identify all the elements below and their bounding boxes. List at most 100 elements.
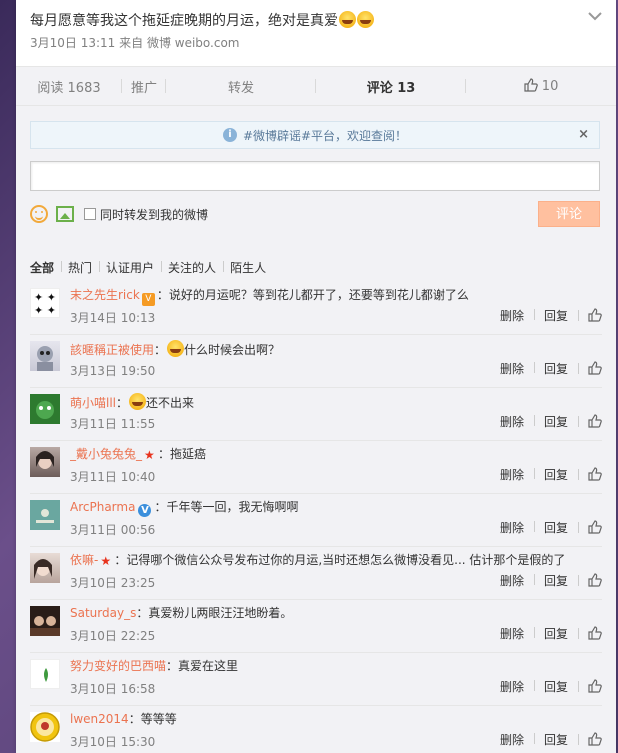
comment-username[interactable]: ArcPharma xyxy=(70,500,135,514)
post-meta: 3月10日 13:11 来自 微博 weibo.com xyxy=(30,34,602,51)
filter-all[interactable]: 全部 xyxy=(30,259,61,276)
comment-username[interactable]: 依嘛- xyxy=(70,553,98,567)
like-count: 10 xyxy=(541,79,559,94)
filter-following[interactable]: 关注的人 xyxy=(161,259,223,276)
thumbs-up-icon xyxy=(588,414,602,428)
comment-tab[interactable]: 评论 13 xyxy=(316,77,466,96)
avatar[interactable]: ✦ ✦ ✦ ✦ xyxy=(30,288,60,318)
comment-time: 3月14日 10:13 xyxy=(70,311,156,325)
comment-text: ：真爱粉儿两眼汪汪地盼着。 xyxy=(136,606,293,620)
delete-button[interactable]: 删除 xyxy=(490,413,534,430)
reply-button[interactable]: 回复 xyxy=(533,678,578,695)
thumbs-up-icon xyxy=(588,573,602,587)
comment-ops: 删除 回复 xyxy=(490,731,602,748)
avatar[interactable] xyxy=(30,606,60,636)
like-comment-button[interactable] xyxy=(578,573,602,588)
avatar[interactable] xyxy=(30,553,60,583)
post-source[interactable]: 来自 微博 weibo.com xyxy=(119,36,239,50)
star-badge-icon[interactable]: ★ xyxy=(144,449,156,461)
like-comment-button[interactable] xyxy=(578,361,602,376)
comment-username[interactable]: lwen2014 xyxy=(70,712,129,726)
like-comment-button[interactable] xyxy=(578,520,602,535)
smile-emoji-icon[interactable] xyxy=(30,205,48,223)
reply-button[interactable]: 回复 xyxy=(533,731,578,748)
reply-button[interactable]: 回复 xyxy=(533,625,578,642)
submit-comment-button[interactable]: 评论 xyxy=(538,201,600,227)
reply-button[interactable]: 回复 xyxy=(533,360,578,377)
comment-body: 依嘛- ★ ：记得哪个微信公众号发布过你的月运,当时还想怎么微博没看见... 估计那… xyxy=(70,552,580,568)
promote-label: 推广 xyxy=(130,80,157,96)
chevron-down-icon[interactable] xyxy=(588,12,602,21)
verified-badge-icon[interactable]: V xyxy=(138,504,152,517)
star-badge-icon[interactable]: ★ xyxy=(100,555,112,567)
avatar[interactable] xyxy=(30,659,60,689)
filter-hot[interactable]: 热门 xyxy=(61,259,99,276)
delete-button[interactable]: 删除 xyxy=(490,307,534,324)
reply-button[interactable]: 回复 xyxy=(533,572,578,589)
reply-button[interactable]: 回复 xyxy=(533,466,578,483)
avatar[interactable] xyxy=(30,500,60,530)
avatar[interactable] xyxy=(30,712,60,742)
comment-input[interactable] xyxy=(30,161,600,191)
filter-verified[interactable]: 认证用户 xyxy=(99,259,161,276)
comment-username[interactable]: 末之先生rick xyxy=(70,288,140,302)
sync-repost-checkbox[interactable] xyxy=(84,208,96,220)
comment-ops: 删除 回复 xyxy=(490,413,602,430)
delete-button[interactable]: 删除 xyxy=(490,625,534,642)
avatar[interactable] xyxy=(30,447,60,477)
comment-username[interactable]: _戴小兔兔兔_ xyxy=(70,447,142,461)
reply-button[interactable]: 回复 xyxy=(533,519,578,536)
delete-button[interactable]: 删除 xyxy=(490,731,534,748)
sync-repost-label: 同时转发到我的微博 xyxy=(100,207,209,222)
comment-body: 該暱稱正被使用： 什么时候会出啊？ xyxy=(70,340,580,358)
post-title: 每月愿意等我这个拖延症晚期的月运，绝对是真爱 xyxy=(30,10,602,32)
info-icon: i xyxy=(222,128,237,142)
image-icon[interactable] xyxy=(56,206,74,222)
avatar[interactable] xyxy=(30,341,60,371)
comment-list: ✦ ✦ ✦ ✦ 末之先生rick V ：说好的月运呢？等到花儿都开了，还要等到花儿都谢… xyxy=(16,282,616,753)
comment-text: ：等等等 xyxy=(128,712,177,726)
reply-button[interactable]: 回复 xyxy=(533,413,578,430)
like-comment-button[interactable] xyxy=(578,308,602,323)
post-title-text: 每月愿意等我这个拖延症晚期的月运，绝对是真爱 xyxy=(30,13,338,29)
comment-username[interactable]: 該暱稱正被使用 xyxy=(70,343,154,357)
reply-button[interactable]: 回复 xyxy=(533,307,578,324)
promote-button[interactable]: 推广 xyxy=(122,77,166,96)
like-comment-button[interactable] xyxy=(578,626,602,641)
thumbs-up-icon xyxy=(588,520,602,534)
comment-username[interactable]: 萌小喵lll xyxy=(70,396,116,410)
filter-strangers[interactable]: 陌生人 xyxy=(223,259,273,276)
comment-text: ：拖延癌 xyxy=(158,447,207,461)
comment-row: 努力变好的巴西喵：真爱在这里 3月10日 16:58 删除 回复 xyxy=(30,653,602,706)
delete-button[interactable]: 删除 xyxy=(490,678,534,695)
delete-button[interactable]: 删除 xyxy=(490,360,534,377)
like-button[interactable]: 10 xyxy=(466,78,616,94)
comment-ops: 删除 回复 xyxy=(490,625,602,642)
like-comment-button[interactable] xyxy=(578,732,602,747)
comment-text: 什么时候会出啊？ xyxy=(184,343,281,357)
comment-ops: 删除 回复 xyxy=(490,466,602,483)
comment-body: lwen2014：等等等 xyxy=(70,711,580,727)
comment-row: Saturday_s：真爱粉儿两眼汪汪地盼着。 3月10日 22:25 删除 回… xyxy=(30,600,602,653)
comment-row: _戴小兔兔兔_ ★ ：拖延癌 3月11日 10:40 删除 回复 xyxy=(30,441,602,494)
avatar[interactable] xyxy=(30,394,60,424)
comment-filters: 全部 热门 认证用户 关注的人 陌生人 xyxy=(30,259,273,276)
like-comment-button[interactable] xyxy=(578,467,602,482)
thumbs-up-icon xyxy=(588,361,602,375)
delete-button[interactable]: 删除 xyxy=(490,466,534,483)
comment-username[interactable]: 努力变好的巴西喵 xyxy=(70,659,166,673)
delete-button[interactable]: 删除 xyxy=(490,519,534,536)
thumbs-up-icon xyxy=(588,679,602,693)
vip-badge-icon[interactable]: V xyxy=(141,293,155,306)
post-date[interactable]: 3月10日 13:11 xyxy=(30,36,115,50)
comment-username[interactable]: Saturday_s xyxy=(70,606,136,620)
notice-text[interactable]: #微博辟谣#平台，欢迎查阅！ xyxy=(243,127,407,144)
like-comment-button[interactable] xyxy=(578,679,602,694)
repost-button[interactable]: 转发 xyxy=(166,77,316,96)
delete-button[interactable]: 删除 xyxy=(490,572,534,589)
close-icon[interactable]: × xyxy=(578,127,589,142)
like-comment-button[interactable] xyxy=(578,414,602,429)
comment-text: ：记得哪个微信公众号发布过你的月运,当时还想怎么微博没看见... 估计那个是假的… xyxy=(114,553,566,567)
read-count-label: 阅读 1683 xyxy=(37,80,101,96)
thumbs-up-icon xyxy=(588,626,602,640)
